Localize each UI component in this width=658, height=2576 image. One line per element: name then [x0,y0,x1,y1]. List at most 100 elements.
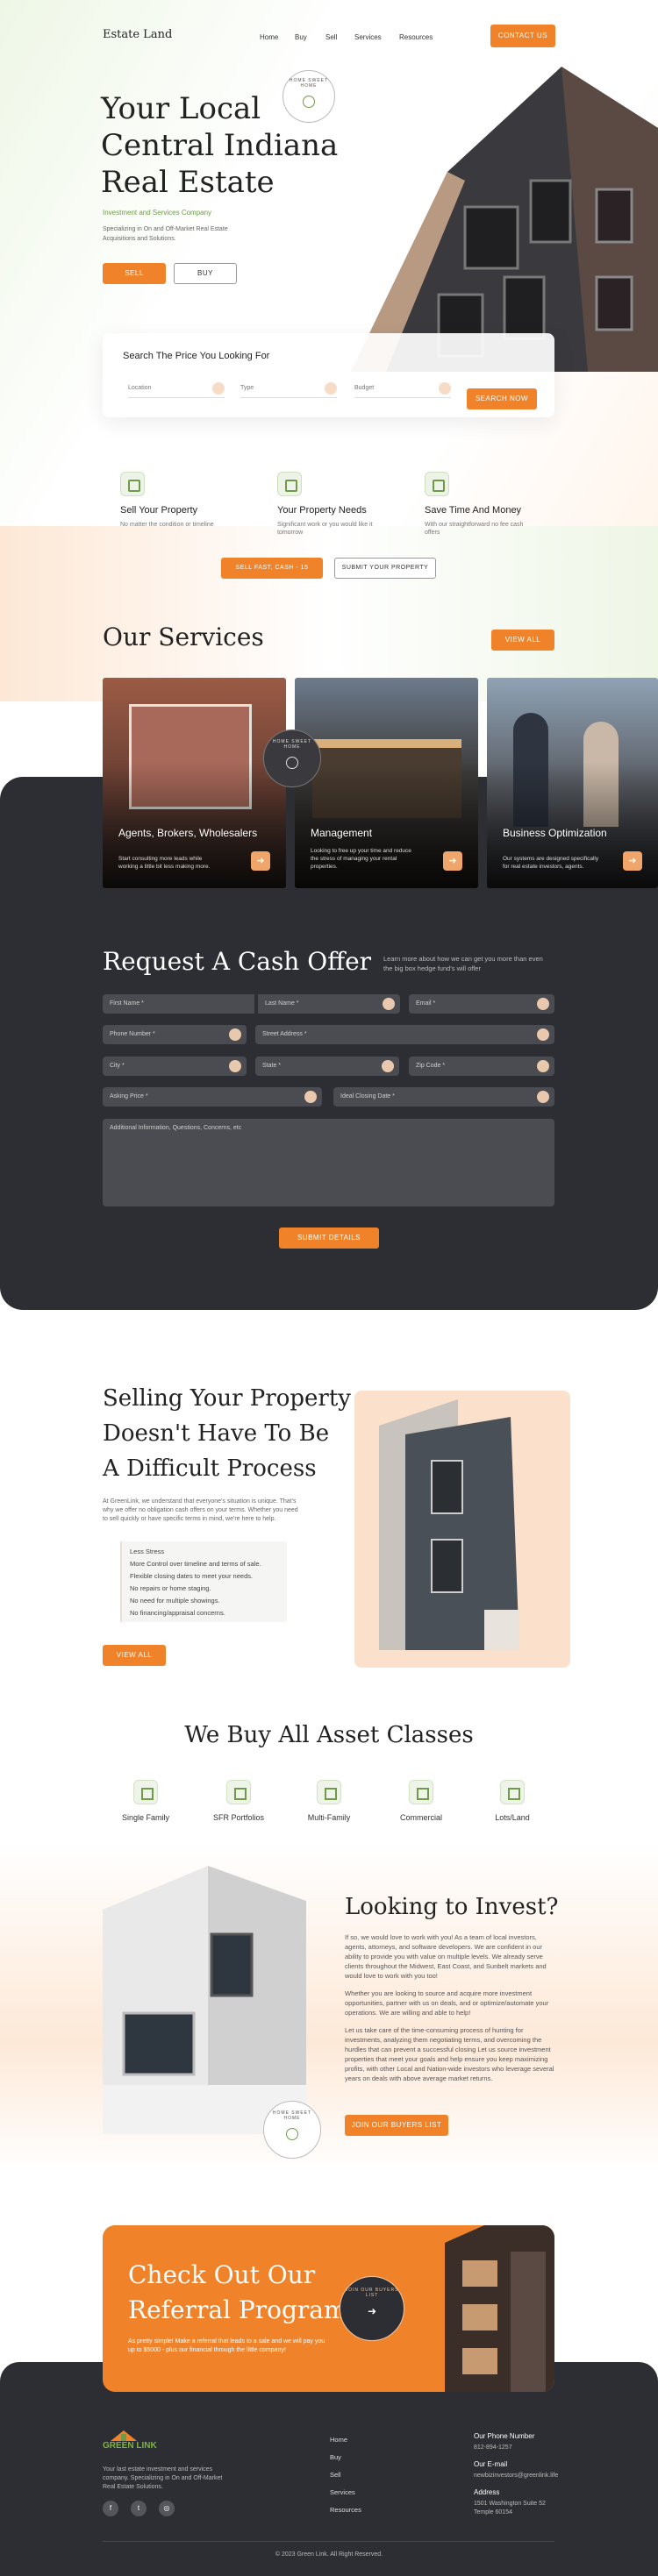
location-label: Location [128,385,152,391]
type-label: Type [240,385,254,391]
nav-sell[interactable]: Sell [325,33,337,41]
asking-price-field[interactable]: Asking Price * [103,1087,322,1107]
price-icon [304,1091,317,1103]
service-card-agents[interactable]: Agents, Brokers, Wholesalers Start consu… [103,678,286,888]
arrow-right-icon[interactable]: ➜ [443,851,462,871]
location-select[interactable]: Location [128,379,225,398]
zip-icon [537,1060,549,1072]
additional-info-placeholder: Additional Information, Questions, Conce… [110,1125,242,1131]
sell-button[interactable]: SELL [103,263,166,284]
address-line-2: Temple 60154 [474,2509,512,2516]
nav-resources[interactable]: Resources [399,33,433,41]
location-pin-icon [537,1028,549,1041]
footer [0,2362,658,2576]
footer-link-sell[interactable]: Sell [330,2471,341,2479]
asset-single-family: Single Family [121,1813,170,1822]
footer-link-services[interactable]: Services [330,2488,355,2496]
service-card-optimization[interactable]: Business Optimization Our systems are de… [487,678,658,888]
selling-title-line1: Selling Your Property [103,1385,351,1412]
cash-offer-desc: Learn more about how we can get you more… [383,955,543,972]
closing-date-field[interactable]: Ideal Closing Date * [333,1087,554,1107]
service-card-management[interactable]: Management Looking to free up your time … [295,678,478,888]
phone-label: Our Phone Number [474,2432,535,2440]
contact-us-button[interactable]: CONTACT US [490,25,555,47]
email-field[interactable]: Email * [409,994,554,1014]
card-title: Business Optimization [503,827,607,839]
badge-text: HOME SWEET HOME [272,2110,312,2121]
feature-1-title: Sell Your Property [120,505,198,516]
multi-family-icon [317,1780,341,1804]
badge-text: HOME SWEET HOME [272,739,312,750]
bullet-item: Less Stress [130,1548,165,1555]
property-needs-icon [277,472,302,496]
referral-building-image [427,2225,554,2392]
facebook-icon[interactable]: f [103,2501,118,2516]
last-name-field[interactable]: Last Name * [258,994,400,1014]
state-placeholder: State * [262,1063,282,1069]
white-house-image [103,1866,306,2134]
hero-title-line3: Real Estate [101,165,275,200]
address-label: Address [474,2488,500,2496]
search-now-button[interactable]: SEARCH NOW [467,388,537,409]
twitter-icon[interactable]: t [131,2501,147,2516]
type-select[interactable]: Type [240,379,337,398]
invest-glow [0,1841,658,2174]
street-field[interactable]: Street Address * [255,1025,554,1044]
asset-commercial: Commercial [399,1813,442,1822]
hero-building-image [333,49,658,372]
commercial-icon [409,1780,433,1804]
feature-3-title: Save Time And Money [425,505,522,516]
city-icon [229,1060,241,1072]
location-icon [212,382,225,395]
home-icon [286,757,298,769]
cash-offer-title: Request A Cash Offer [103,947,372,976]
buy-button[interactable]: BUY [174,263,237,284]
nav-services[interactable]: Services [354,33,382,41]
arrow-right-icon: ➜ [367,2305,377,2317]
save-time-icon [425,472,449,496]
city-placeholder: City * [110,1063,125,1069]
budget-icon [439,382,451,395]
badge-text: JOIN OUR BUYERS LIST [345,2288,399,2298]
phone-value[interactable]: 812-894-1257 [474,2444,512,2451]
city-field[interactable]: City * [103,1057,247,1076]
hero-title-line2: Central Indiana [101,128,339,163]
footer-link-home[interactable]: Home [330,2436,347,2444]
mail-icon [537,998,549,1010]
footer-link-resources[interactable]: Resources [330,2506,361,2514]
state-icon [382,1060,394,1072]
nav-buy[interactable]: Buy [295,33,307,41]
footer-description: Your last estate investment and services… [103,2466,223,2490]
badge-text: HOME SWEET HOME [289,78,329,89]
arrow-right-icon[interactable]: ➜ [623,851,642,871]
state-field[interactable]: State * [255,1057,399,1076]
budget-select[interactable]: Budget [354,379,451,398]
email-value[interactable]: newbizinvestors@greenlink.life [474,2473,558,2479]
services-view-all-button[interactable]: VIEW ALL [491,630,554,651]
sell-property-icon [120,472,145,496]
selling-title-line3: A Difficult Process [103,1455,317,1482]
assets-title: We Buy All Asset Classes [184,1722,474,1748]
zip-field[interactable]: Zip Code * [409,1057,554,1076]
nav-home[interactable]: Home [260,33,278,41]
selling-description: At GreenLink, we understand that everyon… [103,1498,298,1522]
arrow-right-icon[interactable]: ➜ [251,851,270,871]
logo[interactable]: Estate Land [103,28,172,41]
submit-property-button[interactable]: SUBMIT YOUR PROPERTY [334,558,436,579]
join-buyers-list-button[interactable]: JOIN OUR BUYERS LIST [345,2115,448,2136]
bullet-item: No need for multiple showings. [130,1597,220,1605]
sell-fast-button[interactable]: SELL FAST, CASH - 15 [221,558,323,579]
street-placeholder: Street Address * [262,1031,307,1037]
home-icon [303,96,315,108]
referral-badge[interactable]: JOIN OUR BUYERS LIST ➜ [340,2276,404,2341]
submit-details-button[interactable]: SUBMIT DETAILS [279,1228,379,1249]
phone-field[interactable]: Phone Number * [103,1025,247,1044]
footer-brand[interactable]: GREEN LINK [103,2441,157,2451]
selling-view-all-button[interactable]: VIEW ALL [103,1645,166,1666]
feature-2-title: Your Property Needs [277,505,367,516]
referral-title-line2: Referral Program [128,2295,347,2324]
footer-link-buy[interactable]: Buy [330,2453,341,2461]
additional-info-textarea[interactable]: Additional Information, Questions, Conce… [103,1119,554,1206]
green-link-logo-icon [105,2429,142,2441]
instagram-icon[interactable]: ◎ [159,2501,175,2516]
